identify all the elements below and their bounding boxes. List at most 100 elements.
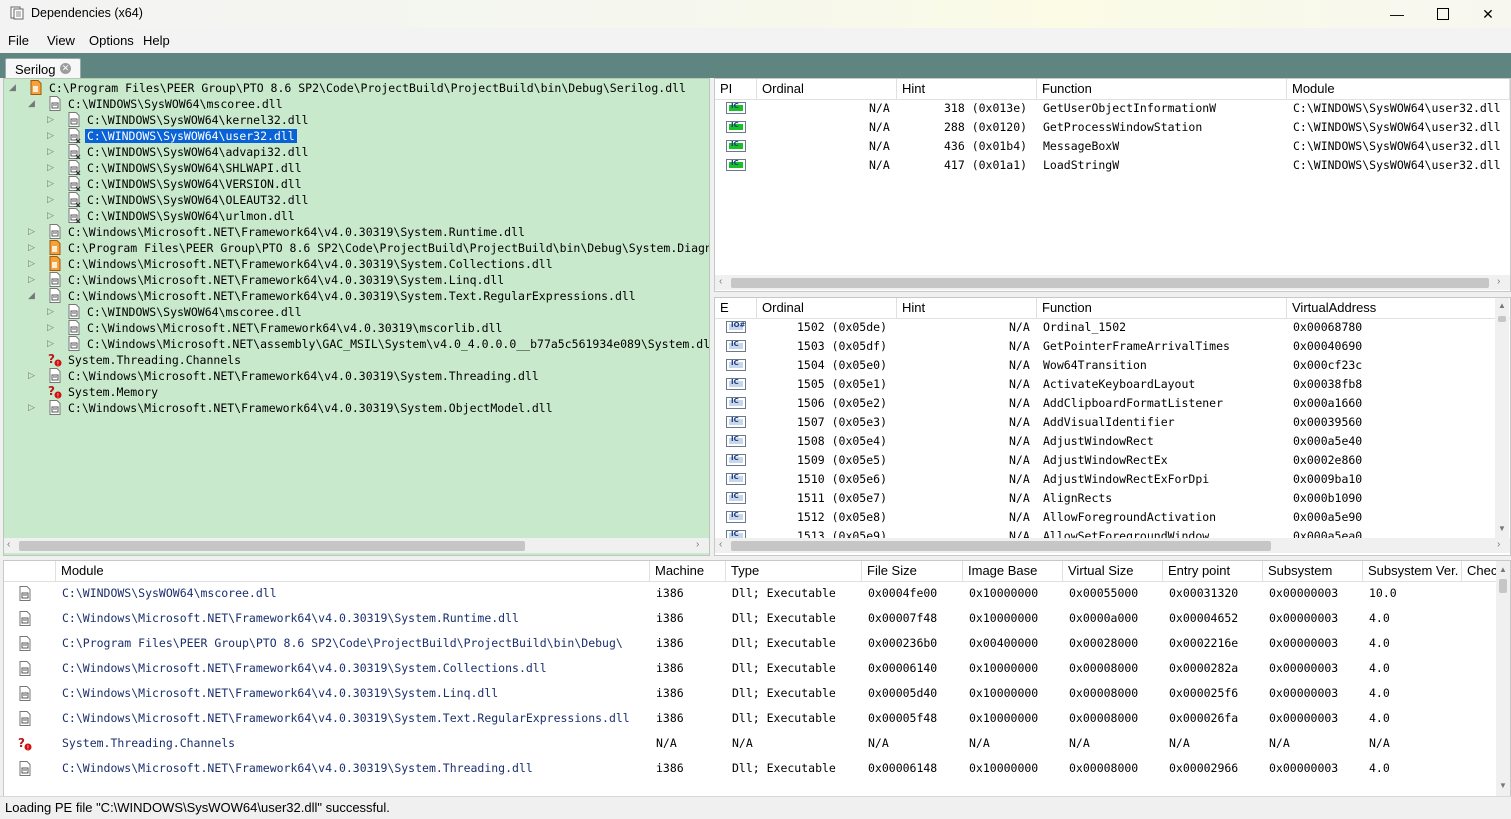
tree-node-label: C:\WINDOWS\SysWOW64\urlmon.dll bbox=[87, 209, 295, 223]
modules-vscrollbar[interactable]: ▲ ▼ bbox=[1496, 561, 1510, 796]
modules-table: Module Machine Type File Size Image Base… bbox=[3, 560, 1511, 797]
menu-help[interactable]: Help bbox=[143, 33, 170, 48]
scroll-left-icon[interactable]: ‹ bbox=[7, 539, 10, 550]
expand-open-icon[interactable]: ◢ bbox=[9, 82, 16, 93]
export-row[interactable]: IC 1506 (0x05e2) N/A AddClipboardFormatList… bbox=[715, 394, 1496, 413]
expand-closed-icon[interactable]: ▷ bbox=[47, 130, 54, 141]
expand-closed-icon[interactable]: ▷ bbox=[47, 322, 54, 333]
module-virtual-size: 0x00008000 bbox=[1069, 661, 1139, 675]
exports-vscrollbar[interactable]: ▲ ▼ bbox=[1495, 298, 1509, 538]
export-row[interactable]: IC 1503 (0x05df) N/A GetPointerFrameArrival… bbox=[715, 337, 1496, 356]
import-row[interactable]: IC N/A 318 (0x013e) GetUserObjectInformatio… bbox=[715, 99, 1510, 118]
imports-hscroll-thumb[interactable] bbox=[731, 278, 1489, 288]
tab-close-icon[interactable]: ✕ bbox=[60, 63, 71, 74]
expand-closed-icon[interactable]: ▷ bbox=[28, 370, 35, 381]
imports-hscrollbar[interactable]: ‹ › bbox=[715, 275, 1510, 290]
tree-hscrollbar[interactable]: ‹ › bbox=[4, 538, 709, 553]
module-row[interactable]: C:\Windows\Microsoft.NET\Framework64\v4.… bbox=[4, 656, 1496, 681]
module-row[interactable]: C:\Windows\Microsoft.NET\Framework64\v4.… bbox=[4, 606, 1496, 631]
expand-closed-icon[interactable]: ▷ bbox=[47, 146, 54, 157]
export-row[interactable]: IC 1507 (0x05e3) N/A AddVisualIdentifier 0x0… bbox=[715, 413, 1496, 432]
expand-closed-icon[interactable]: ▷ bbox=[47, 338, 54, 349]
module-row[interactable]: C:\Windows\Microsoft.NET\Framework64\v4.… bbox=[4, 756, 1496, 781]
menu-view[interactable]: View bbox=[47, 33, 75, 48]
expand-open-icon[interactable]: ◢ bbox=[28, 290, 35, 301]
expand-closed-icon[interactable]: ▷ bbox=[47, 114, 54, 125]
expand-closed-icon[interactable]: ▷ bbox=[47, 210, 54, 221]
expand-open-icon[interactable]: ◢ bbox=[28, 98, 35, 109]
modules-vscroll-thumb[interactable] bbox=[1499, 579, 1507, 593]
module-entry-point: 0x0000282a bbox=[1169, 661, 1239, 675]
expand-closed-icon[interactable]: ▷ bbox=[28, 402, 35, 413]
export-virtual-address: 0x000cf23c bbox=[1293, 358, 1363, 372]
import-row[interactable]: IC N/A 417 (0x01a1) LoadStringW C:\WINDOWS\S… bbox=[715, 156, 1510, 175]
exports-hscroll-thumb[interactable] bbox=[731, 541, 1271, 551]
dll-file-icon bbox=[48, 400, 62, 415]
module-file-size: 0x00006148 bbox=[868, 761, 938, 775]
export-row[interactable]: IC 1512 (0x05e8) N/A AllowForegroundActivat… bbox=[715, 508, 1496, 527]
export-virtual-address: 0x00038fb8 bbox=[1293, 377, 1363, 391]
export-row[interactable]: IC 1513 (0x05e9) N/A AllowSetForegroundWind… bbox=[715, 527, 1496, 538]
scroll-right-icon[interactable]: › bbox=[1497, 276, 1500, 287]
dll-file-icon bbox=[18, 761, 32, 776]
expand-closed-icon[interactable]: ▷ bbox=[28, 242, 35, 253]
scroll-left-icon[interactable]: ‹ bbox=[719, 276, 722, 287]
scroll-down-icon[interactable]: ▼ bbox=[1499, 781, 1507, 790]
tree-node-label: C:\Windows\Microsoft.NET\Framework64\v4.… bbox=[68, 401, 553, 415]
dll-file-icon bbox=[48, 96, 62, 111]
expand-closed-icon[interactable]: ▷ bbox=[28, 274, 35, 285]
export-row[interactable]: IC 1510 (0x05e6) N/A AdjustWindowRectExForD… bbox=[715, 470, 1496, 489]
col-function[interactable]: Function bbox=[1037, 79, 1287, 99]
module-row[interactable]: C:\Windows\Microsoft.NET\Framework64\v4.… bbox=[4, 706, 1496, 731]
module-row[interactable]: C:\Windows\Microsoft.NET\Framework64\v4.… bbox=[4, 681, 1496, 706]
tab-serilog[interactable]: Serilog ✕ bbox=[5, 58, 81, 79]
scroll-up-icon[interactable]: ▲ bbox=[1498, 301, 1506, 310]
module-row[interactable]: C:\WINDOWS\SysWOW64\mscoree.dll i386 Dll; … bbox=[4, 581, 1496, 606]
module-row[interactable]: ?! System.Threading.Channels N/A N/A N/A N/A N… bbox=[4, 731, 1496, 756]
scroll-up-icon[interactable]: ▲ bbox=[1499, 565, 1507, 574]
dll-file-icon bbox=[67, 336, 81, 351]
import-function-icon: IC bbox=[726, 140, 746, 152]
import-row[interactable]: IC N/A 436 (0x01b4) MessageBoxW C:\WINDOWS\S… bbox=[715, 137, 1510, 156]
col-hint[interactable]: Hint bbox=[897, 79, 1037, 99]
module-subsystem: 0x00000003 bbox=[1269, 761, 1339, 775]
module-type: Dll; Executable bbox=[732, 636, 836, 650]
col-pi[interactable]: PI bbox=[715, 79, 757, 99]
export-row[interactable]: IC 1509 (0x05e5) N/A AdjustWindowRectEx 0x00… bbox=[715, 451, 1496, 470]
export-row[interactable]: IC 1511 (0x05e7) N/A AlignRects 0x000b1090 bbox=[715, 489, 1496, 508]
expand-closed-icon[interactable]: ▷ bbox=[28, 258, 35, 269]
menu-file[interactable]: File bbox=[8, 33, 29, 48]
scroll-left-icon[interactable]: ‹ bbox=[719, 539, 722, 550]
export-row[interactable]: IC 1508 (0x05e4) N/A AdjustWindowRect 0x000a… bbox=[715, 432, 1496, 451]
scroll-down-icon[interactable]: ▼ bbox=[1498, 524, 1506, 533]
scroll-right-icon[interactable]: › bbox=[1497, 539, 1500, 550]
expand-closed-icon[interactable]: ▷ bbox=[28, 226, 35, 237]
col-ordinal[interactable]: Ordinal bbox=[757, 79, 897, 99]
expand-closed-icon[interactable]: ▷ bbox=[47, 194, 54, 205]
col-module[interactable]: Module bbox=[1287, 79, 1510, 99]
expand-closed-icon[interactable]: ▷ bbox=[47, 162, 54, 173]
export-hint: N/A bbox=[1009, 472, 1030, 486]
export-function-icon: IC bbox=[726, 397, 746, 409]
exports-vscroll-thumb[interactable] bbox=[1498, 316, 1506, 322]
scroll-right-icon[interactable]: › bbox=[696, 539, 699, 550]
menu-options[interactable]: Options bbox=[89, 33, 134, 48]
export-row[interactable]: IO# 1502 (0x05de) N/A Ordinal_1502 0x0006878… bbox=[715, 318, 1496, 337]
module-entry-point: 0x0002216e bbox=[1169, 636, 1239, 650]
expand-closed-icon[interactable]: ▷ bbox=[47, 306, 54, 317]
export-hint: N/A bbox=[1009, 396, 1030, 410]
minimize-button[interactable]: — bbox=[1374, 0, 1420, 28]
module-type: N/A bbox=[732, 736, 753, 750]
export-row[interactable]: IC 1505 (0x05e1) N/A ActivateKeyboardLayout… bbox=[715, 375, 1496, 394]
close-button[interactable]: ✕ bbox=[1465, 0, 1511, 28]
module-virtual-size: 0x00008000 bbox=[1069, 711, 1139, 725]
module-image-base: 0x00400000 bbox=[969, 636, 1039, 650]
module-subsystem: N/A bbox=[1269, 736, 1290, 750]
export-row[interactable]: IC 1504 (0x05e0) N/A Wow64Transition 0x000cf… bbox=[715, 356, 1496, 375]
maximize-button[interactable] bbox=[1420, 0, 1466, 28]
expand-closed-icon[interactable]: ▷ bbox=[47, 178, 54, 189]
exports-hscrollbar[interactable]: ‹ › bbox=[715, 538, 1510, 553]
module-row[interactable]: C:\Program Files\PEER Group\PTO 8.6 SP2\… bbox=[4, 631, 1496, 656]
import-row[interactable]: IC N/A 288 (0x0120) GetProcessWindowStation… bbox=[715, 118, 1510, 137]
tree-hscroll-thumb[interactable] bbox=[19, 541, 525, 551]
